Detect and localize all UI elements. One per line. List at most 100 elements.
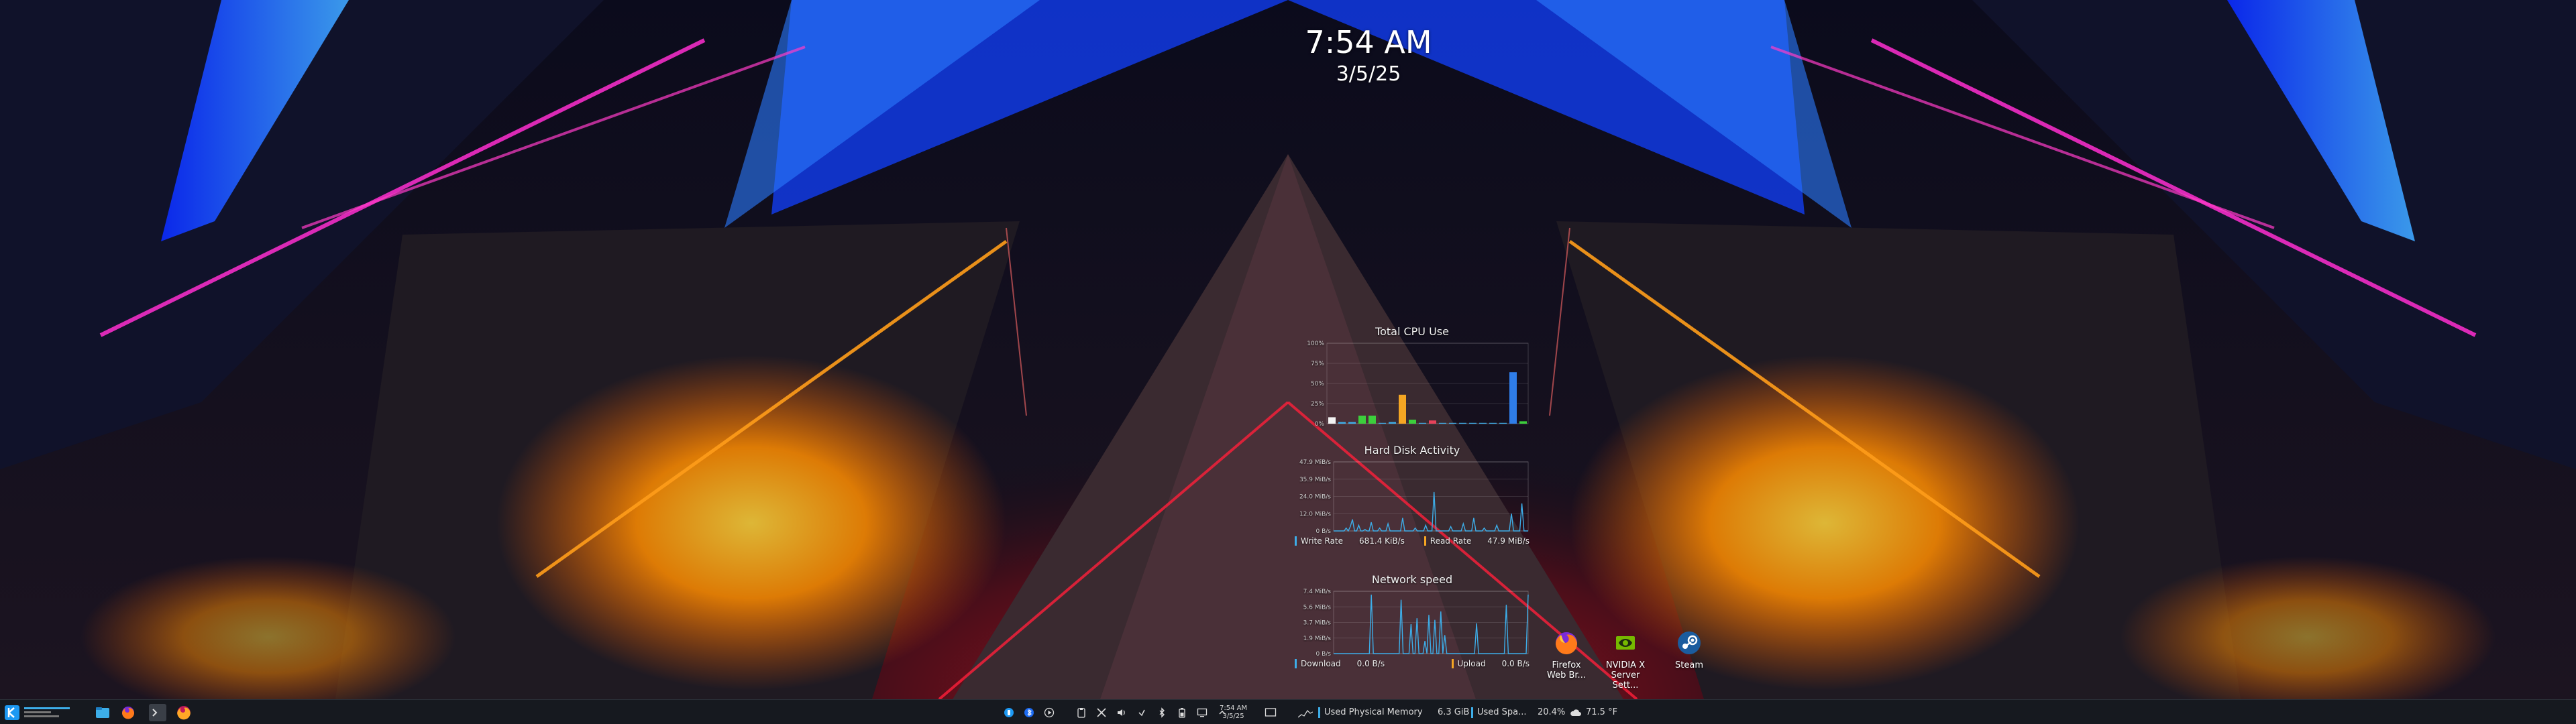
desktop: 7:54 AM 3/5/25 Total CPU Use 100% 75% 50% 2… — [0, 0, 2576, 724]
taskbar: 7:54 AM 3/5/25 Used Physical Memory 6.3 … — [0, 699, 2576, 724]
cpu-core-bar — [1449, 422, 1456, 424]
cpu-core-bar — [1338, 422, 1346, 424]
media-player-icon[interactable] — [1043, 707, 1055, 719]
app-launcher-button[interactable] — [4, 700, 20, 724]
firefox-icon — [1552, 628, 1581, 658]
cpu-core-bar — [1429, 420, 1436, 424]
disk-y-tick-label: 47.9 MiB/s — [1299, 459, 1331, 466]
cpu-y-tick-label: 50% — [1311, 381, 1324, 387]
cpu-core-bar — [1459, 422, 1466, 424]
network-legend: Download 0.0 B/s Upload 0.0 B/s — [1295, 659, 1529, 668]
show-desktop-icon — [1265, 707, 1277, 717]
network-speed-widget[interactable]: Network speed 7.4 MiB/s 5.6 MiB/s 3.7 MiB/… — [1295, 573, 1529, 668]
disk-y-tick-label: 12.0 MiB/s — [1299, 511, 1331, 518]
cpu-core-bar — [1358, 416, 1366, 424]
disk-y-tick-label: 24.0 MiB/s — [1299, 494, 1331, 501]
desktop-icon-firefox[interactable]: Firefox Web Br... — [1540, 628, 1593, 680]
cpu-core-bar — [1348, 422, 1356, 424]
cpu-y-tick-label: 100% — [1307, 341, 1324, 347]
upload-color-swatch — [1451, 659, 1454, 668]
nvidia-icon — [1611, 628, 1640, 658]
upload-label: Upload — [1457, 659, 1486, 668]
terminal-icon — [149, 703, 166, 721]
network-y-tick-label: 1.9 MiB/s — [1303, 636, 1332, 642]
panel-clock-date: 3/5/25 — [1222, 712, 1244, 720]
bluetooth-tray-icon[interactable] — [1156, 707, 1168, 719]
display-icon[interactable] — [1196, 707, 1208, 719]
weather-widget[interactable]: 71.5 °F — [1570, 700, 1617, 724]
clock-time: 7:54 AM — [1305, 24, 1432, 60]
swap-color-bar — [1471, 707, 1473, 718]
cpu-core-bar — [1379, 422, 1386, 424]
cpu-usage-widget[interactable]: Total CPU Use 100% 75% 50% 25% 0% — [1295, 325, 1529, 428]
network-y-tick-label: 5.6 MiB/s — [1303, 604, 1332, 611]
temperature-value: 71.5 °F — [1586, 707, 1618, 717]
cpu-core-bar — [1489, 422, 1497, 424]
disk-activity-widget[interactable]: Hard Disk Activity 47.9 MiB/s 35.9 MiB/s 2… — [1295, 444, 1529, 546]
read-label: Read Rate — [1430, 536, 1472, 546]
memory-label: Used Physical Memory — [1324, 707, 1423, 717]
volume-icon[interactable] — [1116, 707, 1128, 719]
memory-monitor[interactable]: Used Physical Memory — [1318, 700, 1423, 724]
download-color-swatch — [1295, 659, 1297, 668]
system-monitor-mini[interactable] — [24, 700, 70, 724]
task-konsole[interactable] — [149, 700, 166, 724]
wallpaper — [0, 0, 2576, 699]
task-firefox[interactable] — [121, 700, 136, 724]
panel-cpu-mini[interactable] — [1298, 700, 1313, 724]
cpu-percent: 20.4% — [1538, 707, 1566, 717]
nvidia-label-line1: NVIDIA X — [1605, 660, 1646, 670]
cpu-core-bar — [1509, 372, 1517, 424]
memory-color-bar — [1318, 707, 1320, 718]
desktop-icon-steam[interactable]: Steam — [1662, 628, 1716, 670]
disk-chart: 47.9 MiB/s 35.9 MiB/s 24.0 MiB/s 12.0 MiB/s… — [1299, 459, 1529, 534]
cpu-chart: 100% 75% 50% 25% 0% — [1307, 341, 1529, 428]
write-color-swatch — [1295, 536, 1297, 546]
cpu-core-bar — [1479, 422, 1487, 424]
download-label: Download — [1301, 659, 1341, 668]
bluetooth-icon[interactable] — [1023, 707, 1035, 719]
steam-label: Steam — [1675, 660, 1703, 670]
show-desktop-button[interactable] — [1265, 700, 1277, 724]
system-tray — [1003, 700, 1236, 724]
cpu-core-bar — [1328, 417, 1336, 424]
write-value: 681.4 KiB/s — [1359, 536, 1405, 546]
steam-icon — [1674, 628, 1704, 658]
battery-icon[interactable] — [1176, 707, 1188, 719]
firefox-label-line1: Firefox — [1552, 660, 1581, 670]
desktop-icon-nvidia[interactable]: NVIDIA X Server Sett... — [1599, 628, 1652, 690]
task-dolphin[interactable] — [95, 700, 110, 724]
panel-clock[interactable]: 7:54 AM 3/5/25 — [1220, 700, 1247, 724]
read-value: 47.9 MiB/s — [1487, 536, 1529, 546]
network-tool-icon[interactable] — [1095, 707, 1108, 719]
kde-launcher-icon — [5, 705, 19, 720]
cpu-core-bar — [1439, 422, 1446, 424]
network-y-tick-label: 7.4 MiB/s — [1303, 589, 1332, 595]
cpu-y-tick-label: 25% — [1311, 401, 1324, 408]
download-value: 0.0 B/s — [1356, 659, 1385, 668]
vpn-icon[interactable] — [1136, 707, 1148, 719]
swap-label: Used Spa... — [1477, 707, 1527, 717]
network-legend-download: Download 0.0 B/s — [1295, 659, 1385, 668]
cpu-mini-icon — [1298, 709, 1313, 717]
cpu-core-bar — [1409, 420, 1416, 424]
task-firefox-dev[interactable] — [176, 700, 192, 724]
network-y-tick-label: 3.7 MiB/s — [1303, 620, 1332, 627]
disk-legend: Write Rate 681.4 KiB/s Read Rate 47.9 Mi… — [1295, 536, 1529, 546]
read-color-swatch — [1424, 536, 1426, 546]
network-y-tick-label: 0 B/s — [1316, 651, 1332, 656]
network-chart: 7.4 MiB/s 5.6 MiB/s 3.7 MiB/s 1.9 MiB/s 0 B/… — [1303, 589, 1529, 656]
cloud-icon — [1570, 709, 1581, 716]
kde-connect-icon[interactable] — [1003, 707, 1015, 719]
cpu-core-bar — [1389, 422, 1396, 424]
clipboard-icon[interactable] — [1075, 707, 1087, 719]
panel-clock-time: 7:54 AM — [1220, 704, 1248, 712]
network-widget-title: Network speed — [1371, 573, 1453, 586]
disk-series-line — [1334, 491, 1528, 532]
cpu-core-bar — [1519, 421, 1527, 424]
desktop-clock: 7:54 AM 3/5/25 — [1234, 23, 1503, 88]
clock-date: 3/5/25 — [1336, 62, 1401, 86]
network-series-line — [1334, 594, 1529, 654]
cpu-y-tick-label: 0% — [1315, 421, 1325, 428]
swap-monitor[interactable]: Used Spa... — [1471, 700, 1527, 724]
